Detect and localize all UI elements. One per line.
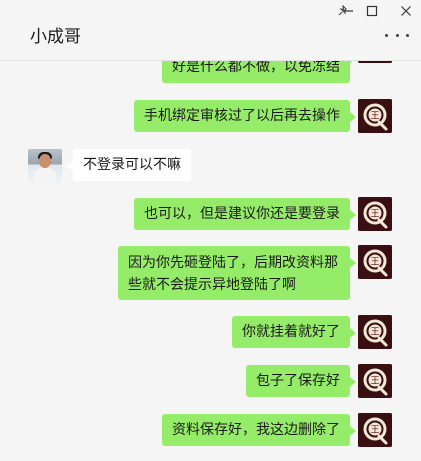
svg-text:王: 王 bbox=[370, 425, 379, 436]
q-logo-icon: 王 bbox=[358, 315, 392, 349]
q-logo-icon: 王 bbox=[358, 197, 392, 231]
message-text: 好是什么都不做，以免冻结 bbox=[172, 61, 340, 75]
message-bubble[interactable]: 手机绑定审核过了以后再去操作 bbox=[134, 100, 356, 132]
message-bubble[interactable]: 不登录可以不嘛 bbox=[67, 149, 191, 181]
message-text: 资料保存好，我这边删除了 bbox=[172, 422, 340, 438]
svg-text:王: 王 bbox=[370, 327, 379, 338]
more-dots-icon[interactable] bbox=[385, 28, 409, 42]
svg-text:王: 王 bbox=[370, 209, 379, 220]
maximize-icon[interactable] bbox=[360, 2, 384, 20]
message-bubble[interactable]: 好是什么都不做，以免冻结 bbox=[162, 61, 356, 83]
minimize-icon[interactable] bbox=[336, 2, 360, 20]
my-avatar[interactable]: 王 bbox=[358, 364, 392, 398]
my-avatar[interactable]: 王 bbox=[358, 315, 392, 349]
q-logo-icon: 王 bbox=[358, 61, 392, 63]
close-icon[interactable] bbox=[394, 2, 418, 20]
my-avatar[interactable]: 王 bbox=[358, 61, 392, 63]
message-text: 手机绑定审核过了以后再去操作 bbox=[144, 108, 340, 124]
q-logo-icon: 王 bbox=[358, 245, 392, 279]
svg-text:王: 王 bbox=[370, 257, 379, 268]
message-text: 你就挂着就好了 bbox=[242, 324, 340, 340]
my-avatar[interactable]: 王 bbox=[358, 197, 392, 231]
message-bubble[interactable]: 包子了保存好 bbox=[246, 365, 356, 397]
q-logo-icon: 王 bbox=[358, 364, 392, 398]
message-bubble[interactable]: 也可以，但是建议你还是要登录 bbox=[134, 198, 356, 230]
my-avatar[interactable]: 王 bbox=[358, 245, 392, 279]
svg-text:王: 王 bbox=[370, 111, 379, 122]
title-bar: 小成哥 bbox=[0, 0, 421, 61]
contact-avatar[interactable] bbox=[28, 149, 62, 183]
my-avatar[interactable]: 王 bbox=[358, 413, 392, 447]
chat-title: 小成哥 bbox=[30, 27, 81, 47]
q-logo-icon: 王 bbox=[358, 99, 392, 133]
message-text: 也可以，但是建议你还是要登录 bbox=[144, 206, 340, 222]
message-text-line: 因为你先砸登陆了，后期改资料那 bbox=[128, 255, 338, 271]
message-bubble[interactable]: 资料保存好，我这边删除了 bbox=[162, 414, 356, 446]
message-text: 不登录可以不嘛 bbox=[83, 157, 181, 173]
message-bubble[interactable]: 因为你先砸登陆了，后期改资料那 些就不会提示异地登陆了啊 bbox=[118, 246, 356, 300]
chat-window: 小成哥 好是什么都不做，以免冻结 王 手机绑定审核过了以后再去操作 bbox=[0, 0, 421, 461]
message-text-line: 些就不会提示异地登陆了啊 bbox=[128, 277, 296, 293]
message-list: 好是什么都不做，以免冻结 王 手机绑定审核过了以后再去操作 王 不登录可以不嘛 … bbox=[0, 61, 421, 461]
svg-text:王: 王 bbox=[370, 376, 379, 387]
q-logo-icon: 王 bbox=[358, 413, 392, 447]
message-text: 包子了保存好 bbox=[256, 373, 340, 389]
my-avatar[interactable]: 王 bbox=[358, 99, 392, 133]
message-bubble[interactable]: 你就挂着就好了 bbox=[232, 316, 356, 348]
